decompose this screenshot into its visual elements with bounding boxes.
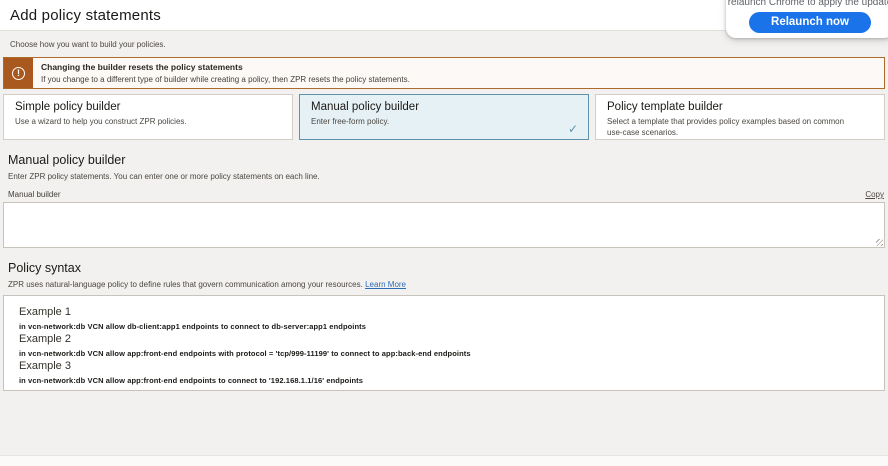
card-simple-policy-builder[interactable]: Simple policy builder Use a wizard to he… <box>3 94 293 140</box>
footer-strip <box>0 455 888 466</box>
warning-body: If you change to a different type of bui… <box>41 75 410 84</box>
policy-syntax-description-text: ZPR uses natural-language policy to defi… <box>8 280 363 289</box>
copy-link[interactable]: Copy <box>865 190 884 199</box>
manual-builder-textarea-wrap <box>3 202 885 248</box>
card-policy-template-builder[interactable]: Policy template builder Select a templat… <box>595 94 885 140</box>
warning-title: Changing the builder resets the policy s… <box>41 62 410 72</box>
warning-stripe: ! <box>4 58 33 88</box>
policy-syntax-examples-box: Example 1 in vcn-network:db VCN allow db… <box>3 295 885 391</box>
manual-builder-field-row: Manual builder Copy <box>8 190 884 199</box>
intro-text: Choose how you want to build your polici… <box>10 40 885 49</box>
learn-more-link[interactable]: Learn More <box>365 280 406 289</box>
example-statement: in vcn-network:db VCN allow app:front-en… <box>19 376 874 385</box>
card-title: Policy template builder <box>607 101 873 113</box>
example-label: Example 2 <box>19 333 874 345</box>
card-description: Enter free-form policy. <box>311 117 561 128</box>
policy-syntax-description: ZPR uses natural-language policy to defi… <box>8 280 885 289</box>
warning-text: Changing the builder resets the policy s… <box>33 58 420 88</box>
manual-builder-section-description: Enter ZPR policy statements. You can ent… <box>8 172 885 181</box>
main-content: Choose how you want to build your polici… <box>0 40 888 391</box>
policy-syntax-section-title: Policy syntax <box>8 261 885 275</box>
manual-builder-textarea[interactable] <box>3 202 885 248</box>
relaunch-toast: relaunch Chrome to apply the update Rela… <box>726 0 888 38</box>
warning-banner: ! Changing the builder resets the policy… <box>3 57 885 89</box>
manual-builder-section-title: Manual policy builder <box>8 153 885 167</box>
resize-grip[interactable] <box>876 239 883 246</box>
relaunch-now-button[interactable]: Relaunch now <box>749 12 871 33</box>
warning-exclamation-icon: ! <box>12 67 25 80</box>
builder-cards-row: Simple policy builder Use a wizard to he… <box>3 94 885 140</box>
card-title: Manual policy builder <box>311 101 577 113</box>
check-icon: ✓ <box>568 122 578 136</box>
page-title: Add policy statements <box>10 7 161 24</box>
manual-builder-field-label: Manual builder <box>8 190 60 199</box>
example-statement: in vcn-network:db VCN allow db-client:ap… <box>19 322 874 331</box>
card-description: Use a wizard to help you construct ZPR p… <box>15 117 265 128</box>
card-manual-policy-builder[interactable]: Manual policy builder Enter free-form po… <box>299 94 589 140</box>
card-description: Select a template that provides policy e… <box>607 117 857 139</box>
card-title: Simple policy builder <box>15 101 281 113</box>
example-statement: in vcn-network:db VCN allow app:front-en… <box>19 349 874 358</box>
example-label: Example 3 <box>19 360 874 372</box>
example-label: Example 1 <box>19 306 874 318</box>
toast-message: relaunch Chrome to apply the update <box>726 0 888 8</box>
